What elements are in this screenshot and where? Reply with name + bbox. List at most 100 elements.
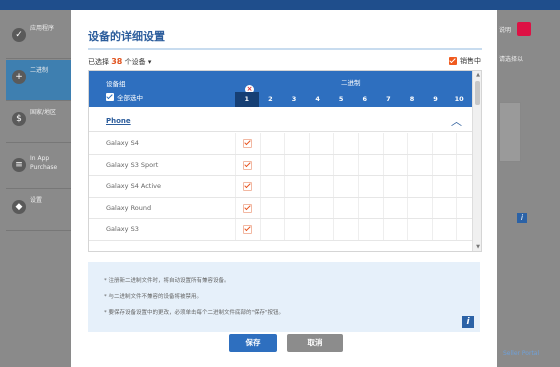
binary-cells bbox=[235, 133, 481, 154]
binary-cell[interactable] bbox=[259, 133, 285, 154]
binary-cell[interactable] bbox=[407, 197, 432, 218]
binary-col-4[interactable]: 4 bbox=[306, 92, 330, 107]
binary-cell[interactable] bbox=[235, 154, 260, 175]
binary-cell[interactable] bbox=[333, 176, 358, 197]
device-group-header: 设备组 bbox=[106, 80, 126, 88]
binary-cell[interactable] bbox=[357, 154, 383, 175]
binary-checkbox[interactable] bbox=[243, 139, 252, 148]
binary-cell[interactable] bbox=[431, 133, 457, 154]
binary-cell[interactable] bbox=[259, 154, 285, 175]
select-all-checkbox[interactable] bbox=[106, 93, 114, 101]
sidebar-item-app[interactable]: ✓ 应用程序 bbox=[6, 18, 76, 59]
binary-cell[interactable] bbox=[259, 176, 285, 197]
count-dropdown-icon[interactable]: ▾ bbox=[148, 58, 152, 66]
sidebar-item-label: 国家/地区 bbox=[30, 109, 57, 116]
binary-cell[interactable] bbox=[357, 176, 383, 197]
binary-col-10[interactable]: 10 bbox=[447, 92, 471, 107]
binary-cell[interactable] bbox=[333, 133, 358, 154]
binary-cell[interactable] bbox=[333, 219, 358, 240]
table-row: Galaxy S3 bbox=[89, 219, 472, 241]
chat-icon[interactable] bbox=[517, 22, 531, 36]
binary-col-5[interactable]: 5 bbox=[329, 92, 353, 107]
binary-cell[interactable] bbox=[382, 154, 408, 175]
scroll-down-icon[interactable]: ▼ bbox=[476, 244, 480, 250]
binary-checkbox[interactable] bbox=[243, 160, 252, 170]
binary-cell[interactable] bbox=[308, 154, 334, 175]
right-label: 说明 bbox=[499, 27, 512, 34]
sidebar-item-settings[interactable]: ◆ 设置 bbox=[6, 190, 76, 231]
sidebar-item-label: 二进制 bbox=[30, 67, 49, 74]
binary-cell[interactable] bbox=[284, 133, 309, 154]
info-icon[interactable]: i bbox=[517, 213, 527, 223]
binary-cell[interactable] bbox=[382, 176, 408, 197]
scroll-thumb[interactable] bbox=[475, 81, 480, 105]
binary-checkbox[interactable] bbox=[243, 182, 252, 191]
binary-cell[interactable] bbox=[333, 154, 358, 175]
binary-cell[interactable] bbox=[382, 133, 408, 154]
table-row: Galaxy S4 bbox=[89, 133, 472, 155]
sidebar-item-label: 应用程序 bbox=[30, 25, 55, 32]
binary-cell[interactable] bbox=[235, 197, 260, 218]
group-row-phone[interactable]: Phone ︿ bbox=[89, 111, 472, 132]
binary-cell[interactable] bbox=[235, 133, 260, 154]
binary-cell[interactable] bbox=[382, 197, 408, 218]
table-scrollbar[interactable]: ▲ ▼ bbox=[472, 71, 481, 251]
plus-icon: + bbox=[12, 70, 26, 84]
note-1: * 注册新二进制文件时，将自动设置所有兼容设备。 bbox=[104, 278, 230, 284]
device-name: Galaxy S3 Sport bbox=[106, 160, 159, 169]
binary-cell[interactable] bbox=[407, 154, 432, 175]
binary-cell[interactable] bbox=[235, 219, 260, 240]
binary-cell[interactable] bbox=[407, 219, 432, 240]
binary-cell[interactable] bbox=[308, 219, 334, 240]
binary-cell[interactable] bbox=[308, 133, 334, 154]
binary-cell[interactable] bbox=[431, 154, 457, 175]
binary-col-9[interactable]: 9 bbox=[424, 92, 448, 107]
device-table: 设备组 全部选中 二进制 × 1 2 3 4 5 6 7 8 9 10 Phon… bbox=[88, 70, 482, 252]
save-button[interactable]: 保存 bbox=[229, 334, 277, 352]
binary-cell[interactable] bbox=[407, 133, 432, 154]
sidebar-item-country[interactable]: $ 国家/地区 bbox=[6, 102, 76, 143]
footer-link[interactable]: Seller Portal bbox=[503, 350, 539, 357]
binary-cell[interactable] bbox=[284, 219, 309, 240]
sidebar-item-iap[interactable]: ≡ In App Purchase bbox=[6, 148, 76, 189]
shield-icon: ◆ bbox=[12, 200, 26, 214]
count-suffix: 个设备 bbox=[124, 58, 146, 66]
binary-cell[interactable] bbox=[431, 176, 457, 197]
binary-cell[interactable] bbox=[308, 197, 334, 218]
binary-cell[interactable] bbox=[407, 176, 432, 197]
group-name[interactable]: Phone bbox=[106, 117, 131, 125]
info-icon[interactable]: i bbox=[462, 316, 474, 328]
binary-col-6[interactable]: 6 bbox=[353, 92, 377, 107]
on-sale-checkbox[interactable] bbox=[449, 57, 457, 65]
binary-cell[interactable] bbox=[431, 219, 457, 240]
top-bar bbox=[0, 0, 560, 10]
binary-col-7[interactable]: 7 bbox=[377, 92, 401, 107]
binary-cell[interactable] bbox=[357, 197, 383, 218]
binary-cell[interactable] bbox=[284, 197, 309, 218]
binary-col-8[interactable]: 8 bbox=[400, 92, 424, 107]
binary-cell[interactable] bbox=[357, 133, 383, 154]
binary-cell[interactable] bbox=[235, 176, 260, 197]
binary-cell[interactable] bbox=[431, 197, 457, 218]
binary-cell[interactable] bbox=[357, 219, 383, 240]
select-all[interactable]: 全部选中 bbox=[106, 92, 143, 102]
binary-cell[interactable] bbox=[382, 219, 408, 240]
right-input-box bbox=[499, 102, 521, 162]
binary-cell[interactable] bbox=[333, 197, 358, 218]
binary-col-1[interactable]: 1 bbox=[235, 92, 259, 107]
binary-col-2[interactable]: 2 bbox=[259, 92, 283, 107]
sidebar-item-binary[interactable]: + 二进制 bbox=[6, 60, 76, 101]
cancel-button[interactable]: 取消 bbox=[287, 334, 343, 352]
binary-checkbox[interactable] bbox=[243, 225, 252, 234]
binary-cell[interactable] bbox=[284, 154, 309, 175]
on-sale-filter[interactable]: 销售中 bbox=[449, 56, 481, 66]
binary-cell[interactable] bbox=[259, 219, 285, 240]
count-value: 38 bbox=[111, 57, 123, 66]
scroll-up-icon[interactable]: ▲ bbox=[476, 72, 480, 78]
chevron-up-icon[interactable]: ︿ bbox=[451, 113, 462, 129]
binary-col-3[interactable]: 3 bbox=[282, 92, 306, 107]
binary-checkbox[interactable] bbox=[243, 203, 252, 213]
binary-cell[interactable] bbox=[308, 176, 334, 197]
binary-cell[interactable] bbox=[259, 197, 285, 218]
binary-cell[interactable] bbox=[284, 176, 309, 197]
